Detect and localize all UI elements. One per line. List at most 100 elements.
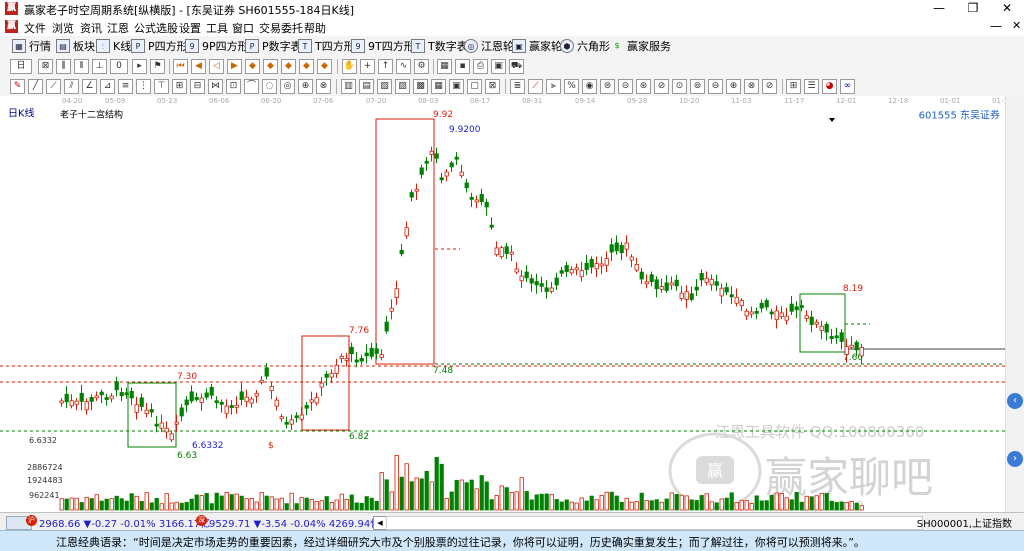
- kline-style-icon[interactable]: ⊠: [38, 59, 53, 74]
- menu-trade[interactable]: 交易委托: [259, 20, 303, 36]
- menu-settings[interactable]: 设置: [179, 20, 201, 36]
- line-tool-14-icon[interactable]: ◌: [262, 79, 277, 94]
- menu-formula[interactable]: 公式选股: [134, 20, 178, 36]
- line-tool-3-icon[interactable]: ⫽: [64, 79, 79, 94]
- line-tool-6-icon[interactable]: ≡: [118, 79, 133, 94]
- gann-13-icon[interactable]: ⊕: [726, 79, 741, 94]
- window-icon[interactable]: ▣: [491, 59, 506, 74]
- gann-6-icon[interactable]: ⊜: [600, 79, 615, 94]
- diamond-5-icon[interactable]: ◆: [317, 59, 332, 74]
- line-tool-8-icon[interactable]: ⊤: [154, 79, 169, 94]
- side-scrollbar[interactable]: ‹ ›: [1005, 96, 1024, 512]
- fib-8-icon[interactable]: ▢: [467, 79, 482, 94]
- zero-select[interactable]: 0: [110, 59, 128, 74]
- menu-browse[interactable]: 浏览: [52, 20, 74, 36]
- diamond-2-icon[interactable]: ◆: [263, 59, 278, 74]
- close-button[interactable]: ✕: [990, 0, 1024, 17]
- mdi-minimize-button[interactable]: —: [990, 19, 1002, 33]
- diamond-1-icon[interactable]: ◆: [245, 59, 260, 74]
- play-icon[interactable]: ▶: [227, 59, 242, 74]
- toolbar-9p-square-button[interactable]: 9 9P四方形: [185, 38, 249, 54]
- menu-window[interactable]: 窗口: [232, 20, 254, 36]
- gann-4-icon[interactable]: %: [564, 79, 579, 94]
- line-tool-16-icon[interactable]: ⊕: [298, 79, 313, 94]
- gear-icon[interactable]: ⚙: [414, 59, 429, 74]
- diamond-4-icon[interactable]: ◆: [299, 59, 314, 74]
- print-icon[interactable]: ⎙: [473, 59, 488, 74]
- toolbar-quotes-button[interactable]: ▦ 行情: [12, 38, 51, 54]
- gann-3-icon[interactable]: ⫸: [546, 79, 561, 94]
- line-tool-17-icon[interactable]: ⊗: [316, 79, 331, 94]
- fib-2-icon[interactable]: ▤: [359, 79, 374, 94]
- table-icon[interactable]: ⊞: [786, 79, 801, 94]
- gann-2-icon[interactable]: ⟋: [528, 79, 543, 94]
- gann-12-icon[interactable]: ⊖: [708, 79, 723, 94]
- line-tool-2-icon[interactable]: ⟋: [46, 79, 61, 94]
- scroll-left-icon[interactable]: ◀: [373, 516, 387, 530]
- car-icon[interactable]: ⛟: [509, 59, 524, 74]
- period-select[interactable]: 日: [10, 59, 32, 74]
- toolbar-gann-wheel-button[interactable]: ◎ 江恩轮: [464, 38, 514, 54]
- fib-7-icon[interactable]: ▣: [449, 79, 464, 94]
- line-tool-15-icon[interactable]: ◎: [280, 79, 295, 94]
- list-icon[interactable]: ☰: [804, 79, 819, 94]
- expand-arrow-icon[interactable]: ‹: [1007, 393, 1023, 409]
- dropdown-arrow-icon[interactable]: [829, 118, 835, 122]
- gann-9-icon[interactable]: ⊘: [654, 79, 669, 94]
- gann-8-icon[interactable]: ⊛: [636, 79, 651, 94]
- toolbar-winner-wheel-button[interactable]: ▣ 赢家轮: [512, 38, 562, 54]
- fib-4-icon[interactable]: ▨: [395, 79, 410, 94]
- wave-icon[interactable]: ∿: [396, 59, 411, 74]
- line-tool-11-icon[interactable]: ⋈: [208, 79, 223, 94]
- sh-index-quote[interactable]: 2968.66 ▼-0.27 -0.01% 3166.17亿: [39, 515, 210, 530]
- sz-index-quote[interactable]: 9529.71 ▼-3.54 -0.04% 4269.94亿: [209, 515, 380, 530]
- calendar-icon[interactable]: ▦: [437, 59, 452, 74]
- toolbar-p-square-button[interactable]: P P四方形: [131, 38, 188, 54]
- horizontal-scroll-track[interactable]: [386, 516, 923, 530]
- line-tool-10-icon[interactable]: ⊟: [190, 79, 205, 94]
- gann-14-icon[interactable]: ⊗: [744, 79, 759, 94]
- save-icon[interactable]: ▪: [455, 59, 470, 74]
- menu-info[interactable]: 资讯: [80, 20, 102, 36]
- line-tool-1-icon[interactable]: ╱: [28, 79, 43, 94]
- gann-15-icon[interactable]: ⊘: [762, 79, 777, 94]
- line-tool-5-icon[interactable]: ⊿: [100, 79, 115, 94]
- toolbar-t-square-button[interactable]: T T四方形: [298, 38, 355, 54]
- fib-5-icon[interactable]: ▩: [413, 79, 428, 94]
- pointer-icon[interactable]: ▸: [132, 59, 147, 74]
- menu-file[interactable]: 文件: [24, 20, 46, 36]
- line-tool-13-icon[interactable]: ⌒: [244, 79, 259, 94]
- pie-icon[interactable]: ◕: [822, 79, 837, 94]
- crosshair-icon[interactable]: +: [360, 59, 375, 74]
- line-tool-4-icon[interactable]: ∠: [82, 79, 97, 94]
- minimize-button[interactable]: —: [922, 0, 956, 17]
- kline-chart[interactable]: 日K线 老子十二宫结构 601555 东吴证券 江恩工具软件 QQ:100800…: [0, 106, 1005, 512]
- toolbar-sector-button[interactable]: ▤ 板块: [56, 38, 95, 54]
- collapse-arrow-icon[interactable]: ›: [1007, 451, 1023, 467]
- pen-icon[interactable]: ✎: [10, 79, 25, 94]
- menu-gann[interactable]: 江恩: [107, 20, 129, 36]
- fib-6-icon[interactable]: ▦: [431, 79, 446, 94]
- line-tool-9-icon[interactable]: ⊞: [172, 79, 187, 94]
- menu-tools[interactable]: 工具: [206, 20, 228, 36]
- menu-help[interactable]: 帮助: [304, 20, 326, 36]
- gann-11-icon[interactable]: ⊚: [690, 79, 705, 94]
- arrow-up-icon[interactable]: ↑: [378, 59, 393, 74]
- bars-icon[interactable]: ⫼: [56, 59, 71, 74]
- toolbar-service-button[interactable]: $ 赢家服务: [610, 38, 671, 54]
- gann-1-icon[interactable]: ≣: [510, 79, 525, 94]
- fib-3-icon[interactable]: ▧: [377, 79, 392, 94]
- prev-page-icon[interactable]: ◀: [191, 59, 206, 74]
- back-icon[interactable]: ◁: [209, 59, 224, 74]
- toolbar-hexagon-button[interactable]: ⬢ 六角形: [560, 38, 610, 54]
- diamond-3-icon[interactable]: ◆: [281, 59, 296, 74]
- toolbar-t-table-button[interactable]: T T数字表: [411, 38, 468, 54]
- first-icon[interactable]: ⏮: [173, 59, 188, 74]
- flag-icon[interactable]: ⚑: [150, 59, 165, 74]
- gann-5-icon[interactable]: ◉: [582, 79, 597, 94]
- toolbar-9t-square-button[interactable]: 9 9T四方形: [351, 38, 415, 54]
- hand-icon[interactable]: ✋: [342, 59, 357, 74]
- line-tool-7-icon[interactable]: ⋮: [136, 79, 151, 94]
- ohlc-icon[interactable]: ⊥: [92, 59, 107, 74]
- fib-9-icon[interactable]: ⊠: [485, 79, 500, 94]
